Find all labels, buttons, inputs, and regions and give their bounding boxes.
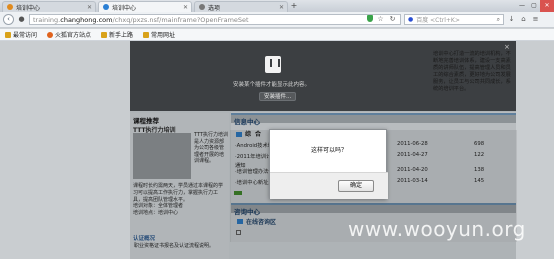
site-favicon-icon [103, 4, 109, 10]
bookmark-label: 常用网址 [151, 32, 176, 39]
star-icon[interactable]: ☆ [376, 15, 385, 24]
course-image[interactable] [133, 133, 191, 179]
news-header-label: 信息中心 [234, 118, 260, 126]
maximize-button[interactable]: ▢ [528, 0, 540, 12]
news-header: 信息中心 [231, 113, 516, 126]
url-text: training.changhong.com/chxq/pxzs.nsf/mai… [33, 15, 249, 24]
bookmark-folder-icon [5, 31, 11, 38]
download-icon[interactable]: ↓ [507, 15, 516, 24]
tab-bar: 培训中心 ✕ 培训中心 ✕ 选项 ✕ + — ▢ ✕ [0, 0, 554, 12]
search-icon[interactable]: ⌕ [497, 16, 500, 24]
course-description: 课程时长约需两天，学员通过本课程的学习可以提高工作执行力，掌握执行力工具，提高团… [133, 183, 227, 217]
course-desc-text: 课程时长约需两天，学员通过本课程的学习可以提高工作执行力，掌握执行力工具，提高团… [133, 183, 224, 203]
close-tab-icon[interactable]: ✕ [183, 4, 188, 11]
navigation-bar: ‹ ● training.changhong.com/chxq/pxzs.nsf… [0, 12, 554, 28]
close-tab-icon[interactable]: ✕ [87, 4, 92, 11]
watermark: www.wooyun.org [348, 217, 526, 241]
bookmark-item[interactable]: 新手上路 [101, 30, 133, 39]
window-controls: — ▢ ✕ [516, 0, 554, 12]
close-icon[interactable]: × [504, 43, 510, 51]
site-identity-icon[interactable]: ● [17, 15, 26, 24]
bookmark-label: 火狐官方站点 [55, 32, 92, 39]
plugin-puzzle-icon [265, 56, 281, 73]
close-tab-icon[interactable]: ✕ [279, 4, 284, 11]
search-input[interactable]: ● 百度 <Ctrl+K> ⌕ [404, 14, 504, 25]
gear-icon [199, 4, 205, 10]
menu-icon[interactable]: ≡ [531, 15, 540, 24]
course-side-text: TTT执行力培训是人力资源部为公司各级管理者开展的培训课程。 [194, 132, 228, 164]
course-meta: 培训地点：培训中心 [133, 210, 179, 217]
browser-tab-3[interactable]: 选项 ✕ [194, 1, 288, 12]
cert-title: 认证概况 [133, 236, 156, 242]
address-bar[interactable]: training.changhong.com/chxq/pxzs.nsf/mai… [29, 14, 401, 25]
search-engine-icon: ● [408, 16, 414, 23]
tab-label: 培训中心 [112, 4, 137, 12]
home-icon[interactable]: ⌂ [519, 15, 528, 24]
tab-label: 培训中心 [16, 4, 41, 12]
ok-button[interactable]: 确定 [338, 180, 374, 192]
install-plugin-button[interactable]: 安装插件... [259, 92, 297, 101]
dialog-message: 这样可以吗？ [310, 147, 347, 154]
tab-label: 选项 [208, 4, 221, 12]
bookmark-item[interactable]: 最常访问 [5, 30, 37, 39]
bookmark-label: 最常访问 [13, 32, 38, 39]
bookmark-item[interactable]: 常用网址 [143, 30, 175, 39]
back-arrow-icon[interactable]: ‹ [3, 14, 14, 25]
close-window-button[interactable]: ✕ [540, 0, 554, 12]
browser-tab-2[interactable]: 培训中心 ✕ [98, 1, 192, 12]
bookmark-folder-icon [101, 31, 108, 38]
intro-text: 培训中心打造一流的培训机构，不断地完善培训体系，建设一支高素质的讲师队伍，提高管… [433, 51, 511, 92]
bookmark-label: 新手上路 [109, 32, 134, 39]
course-title: 课程推荐 [133, 117, 159, 125]
cert-text: 职业资格证书报名及认证流程说明。 [134, 243, 215, 249]
bookmark-item[interactable]: 火狐官方站点 [47, 30, 91, 39]
bookmark-folder-icon [143, 31, 150, 38]
minimize-button[interactable]: — [516, 0, 528, 12]
alert-dialog: 这样可以吗？ 确定 [269, 129, 388, 199]
plugin-message: 安装某个插件才能显示此内容。 [233, 82, 311, 88]
browser-tab-1[interactable]: 培训中心 ✕ [2, 1, 96, 12]
bookmarks-bar: 最常访问 火狐官方站点 新手上路 常用网址 [0, 29, 554, 41]
new-tab-button[interactable]: + [288, 1, 300, 12]
firefox-icon [47, 31, 54, 38]
site-favicon-icon [7, 4, 13, 10]
search-placeholder: 百度 <Ctrl+K> [416, 17, 460, 24]
dialog-footer: 确定 [270, 172, 388, 199]
reload-icon[interactable]: ↻ [388, 15, 397, 24]
shield-icon[interactable] [367, 15, 373, 22]
